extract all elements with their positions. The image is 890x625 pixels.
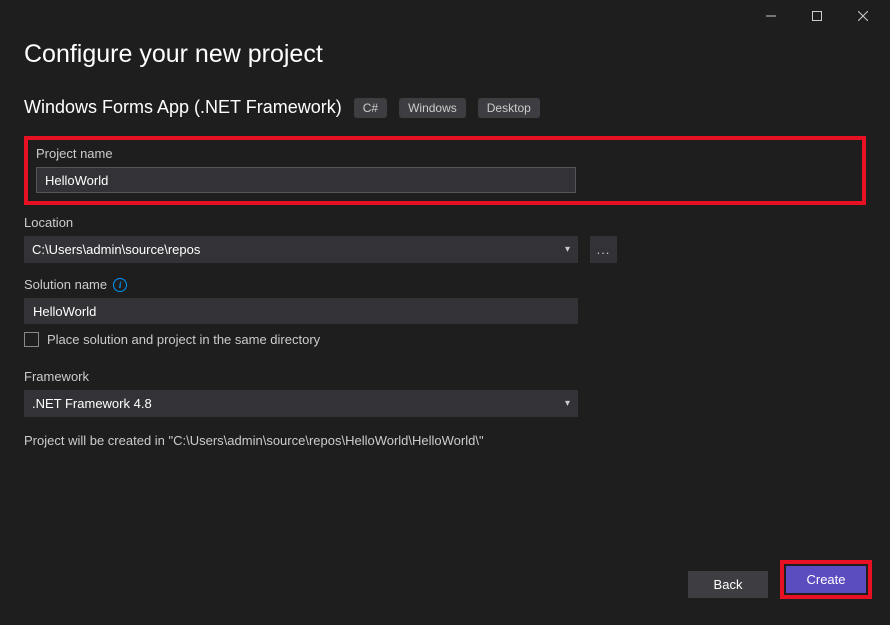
project-name-label: Project name bbox=[36, 146, 854, 161]
project-path-status: Project will be created in "C:\Users\adm… bbox=[24, 433, 866, 448]
info-icon[interactable]: i bbox=[113, 278, 127, 292]
framework-value: .NET Framework 4.8 bbox=[32, 396, 152, 411]
location-label: Location bbox=[24, 215, 866, 230]
close-button[interactable] bbox=[840, 0, 886, 32]
minimize-button[interactable] bbox=[748, 0, 794, 32]
browse-button[interactable]: ... bbox=[590, 236, 617, 263]
solution-name-input[interactable] bbox=[24, 298, 578, 324]
chevron-down-icon: ▾ bbox=[565, 244, 570, 255]
location-value: C:\Users\admin\source\repos bbox=[32, 242, 200, 257]
solution-name-label: Solution name i bbox=[24, 277, 866, 292]
dialog-footer: Back Create bbox=[688, 560, 872, 609]
same-directory-checkbox[interactable] bbox=[24, 332, 39, 347]
framework-dropdown[interactable]: .NET Framework 4.8 ▾ bbox=[24, 390, 578, 417]
create-button-highlight: Create bbox=[780, 560, 872, 599]
project-name-input[interactable] bbox=[36, 167, 576, 193]
window-titlebar bbox=[0, 0, 890, 32]
same-directory-label: Place solution and project in the same d… bbox=[47, 332, 320, 347]
tag-language: C# bbox=[354, 98, 387, 118]
maximize-button[interactable] bbox=[794, 0, 840, 32]
project-template-name: Windows Forms App (.NET Framework) bbox=[24, 97, 342, 118]
tag-apptype: Desktop bbox=[478, 98, 540, 118]
back-button[interactable]: Back bbox=[688, 571, 768, 598]
location-dropdown[interactable]: C:\Users\admin\source\repos ▾ bbox=[24, 236, 578, 263]
solution-name-label-text: Solution name bbox=[24, 277, 107, 292]
chevron-down-icon: ▾ bbox=[565, 398, 570, 409]
project-name-highlight: Project name bbox=[24, 136, 866, 205]
create-button[interactable]: Create bbox=[786, 566, 866, 593]
subtitle-row: Windows Forms App (.NET Framework) C# Wi… bbox=[24, 97, 866, 118]
tag-platform: Windows bbox=[399, 98, 466, 118]
framework-label: Framework bbox=[24, 369, 866, 384]
page-title: Configure your new project bbox=[24, 40, 866, 69]
